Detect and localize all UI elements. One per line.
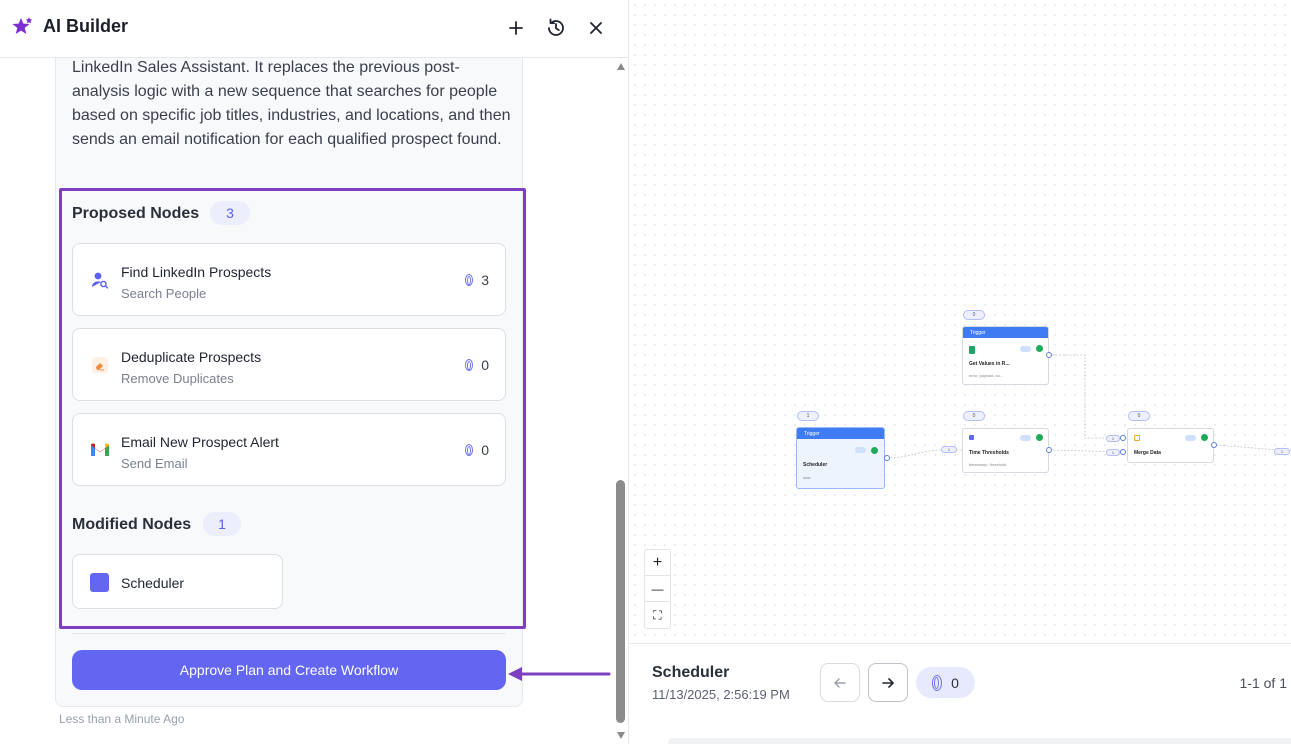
- close-icon: [590, 22, 602, 34]
- arrow-left-icon: [834, 677, 846, 688]
- detail-content-strip: [668, 738, 1291, 744]
- status-ok-icon: [1036, 345, 1043, 352]
- node-credits-badge: 0: [1128, 411, 1150, 421]
- node-output-port[interactable]: [1046, 447, 1052, 453]
- next-button[interactable]: [868, 663, 908, 702]
- sheets-icon: [969, 346, 975, 354]
- node-output-port[interactable]: [1046, 352, 1052, 358]
- canvas-node-merge-data[interactable]: Merge Data: [1127, 428, 1214, 463]
- node-output-port[interactable]: [884, 455, 890, 461]
- edge-label: 1: [1106, 435, 1120, 442]
- zoom-controls: + — ⛶: [644, 549, 671, 629]
- divider: [72, 633, 506, 634]
- highlight-annotation-box: [59, 188, 526, 629]
- run-count-badge: 0: [916, 667, 975, 698]
- prev-button[interactable]: [820, 663, 860, 702]
- node-header: Trigger: [963, 327, 1048, 338]
- selected-node-title: Scheduler: [652, 664, 730, 681]
- panel-scrollbar[interactable]: [614, 59, 628, 744]
- assistant-message-text: LinkedIn Sales Assistant. It replaces th…: [72, 59, 511, 148]
- node-credits-badge: 1: [797, 411, 819, 421]
- node-credits-badge: 0: [963, 411, 985, 421]
- history-icon: [548, 18, 564, 36]
- node-input-port[interactable]: [1120, 449, 1126, 455]
- panel-header: AI Builder: [0, 0, 628, 58]
- zoom-out-button[interactable]: —: [645, 576, 670, 602]
- plus-icon: [509, 21, 523, 35]
- status-ok-icon: [871, 447, 878, 454]
- node-detail-bar: Scheduler 11/13/2025, 2:56:19 PM 0 1-1 o…: [630, 643, 1291, 744]
- node-name: Scheduler: [803, 462, 828, 468]
- new-chat-button[interactable]: [502, 14, 530, 42]
- workflow-canvas[interactable]: 1 Trigger Scheduler date 0 Trigger Get V…: [630, 0, 1291, 643]
- history-button[interactable]: [542, 14, 570, 42]
- message-timestamp: Less than a Minute Ago: [59, 712, 185, 726]
- node-header: Trigger: [797, 428, 884, 439]
- edge-label: 1: [941, 446, 957, 453]
- status-pill: [855, 447, 866, 453]
- annotation-arrow-icon: [508, 667, 611, 681]
- ai-builder-panel: AI Builder LinkedIn Sales Assistant. It …: [0, 0, 629, 744]
- node-sub: timestamp, threshold: [969, 462, 1007, 467]
- node-output-port[interactable]: [1211, 442, 1217, 448]
- node-input-port[interactable]: [1120, 435, 1126, 441]
- status-ok-icon: [1201, 434, 1208, 441]
- canvas-node-get-values[interactable]: Trigger Get Values in R... error, payloa…: [962, 326, 1049, 385]
- node-name: Time Thresholds: [969, 450, 1009, 456]
- canvas-node-time-thresholds[interactable]: Time Thresholds timestamp, threshold: [962, 428, 1049, 473]
- node-sub: date: [803, 475, 811, 480]
- edge-label: 1: [1106, 449, 1120, 456]
- pagination-text: 1-1 of 1: [1239, 675, 1287, 691]
- workflow-edges: [886, 354, 1291, 459]
- status-pill: [1185, 435, 1196, 441]
- status-ok-icon: [1036, 434, 1043, 441]
- panel-title: AI Builder: [43, 16, 129, 36]
- node-credits-badge: 0: [963, 310, 985, 320]
- scroll-up-icon[interactable]: [617, 63, 625, 70]
- canvas-node-scheduler[interactable]: Trigger Scheduler date: [796, 427, 885, 489]
- edge-label: 1: [1274, 448, 1290, 455]
- arrow-right-icon: [882, 677, 894, 688]
- status-pill: [1020, 435, 1031, 441]
- node-name: Get Values in R...: [969, 361, 1010, 367]
- node-sub: error, payload, su...: [969, 373, 1004, 378]
- approve-plan-button[interactable]: Approve Plan and Create Workflow: [72, 650, 506, 690]
- scroll-down-icon[interactable]: [617, 732, 625, 739]
- ai-builder-logo-icon: [12, 17, 33, 34]
- zoom-in-button[interactable]: +: [645, 550, 670, 576]
- status-pill: [1020, 346, 1031, 352]
- run-count-value: 0: [951, 674, 959, 691]
- selected-node-date: 11/13/2025, 2:56:19 PM: [652, 687, 790, 702]
- scroll-thumb[interactable]: [616, 480, 625, 723]
- fit-view-button[interactable]: ⛶: [645, 602, 670, 628]
- node-name: Merge Data: [1134, 450, 1161, 456]
- close-button[interactable]: [582, 14, 610, 42]
- code-icon: [969, 435, 974, 440]
- merge-icon: [1134, 435, 1140, 441]
- credits-icon: [932, 674, 943, 691]
